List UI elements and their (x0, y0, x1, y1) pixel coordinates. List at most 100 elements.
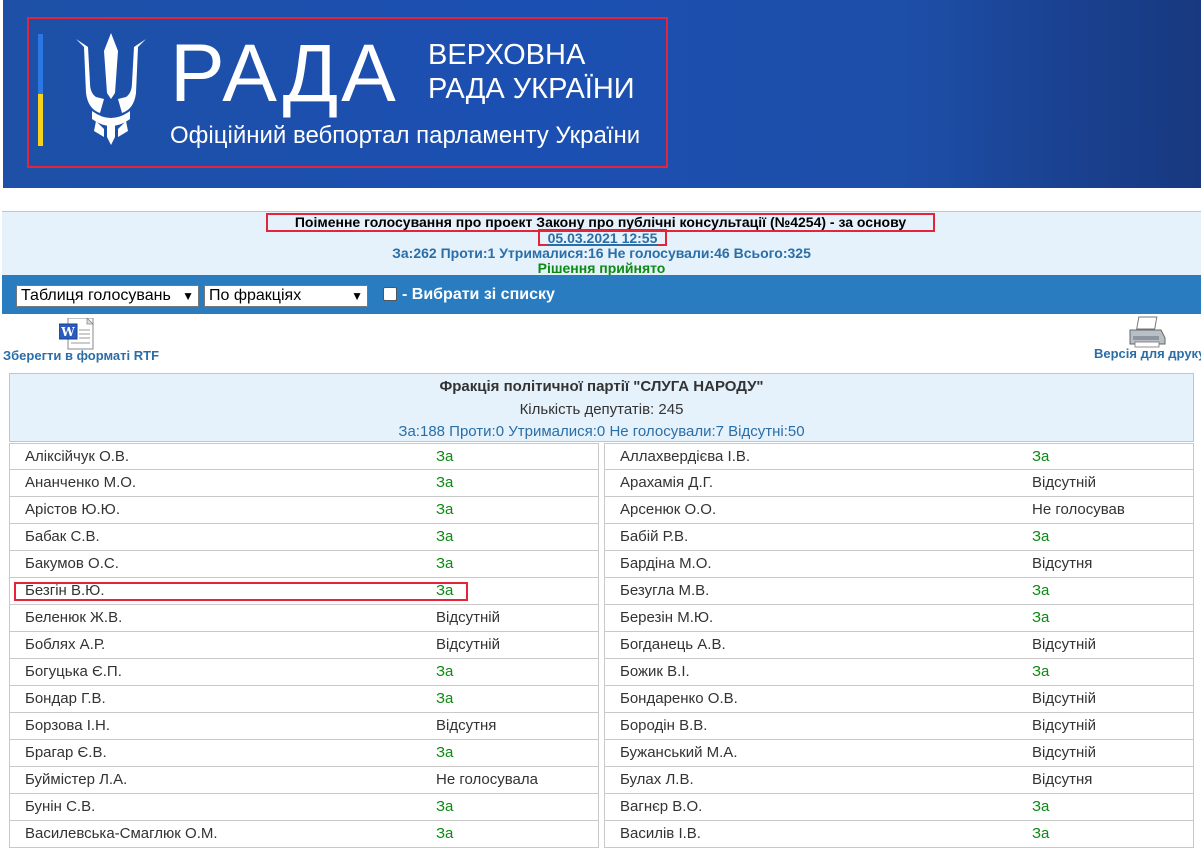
save-rtf-link[interactable]: Зберегти в форматі RTF (3, 348, 159, 364)
vote-datetime-link[interactable]: 05.03.2021 12:55 (538, 229, 667, 246)
deputy-row: Борзова І.Н. Відсутня (9, 713, 599, 740)
deputy-row: Ананченко М.О. За (9, 470, 599, 497)
deputy-row: Василевська-Смаглюк О.М. За (9, 821, 599, 848)
choose-from-list-label: - Вибрати зі списку (402, 286, 555, 303)
choose-from-list-checkbox[interactable] (383, 287, 397, 301)
deputy-row: Бардіна М.О. Відсутня (604, 551, 1194, 578)
flag-stripe-blue (38, 34, 43, 94)
deputy-name: Бабій Р.В. (620, 528, 689, 545)
deputy-name: Брагар Є.В. (25, 744, 107, 761)
deputy-name: Безугла М.В. (620, 582, 710, 599)
deputy-vote: Відсутній (436, 636, 500, 653)
deputy-row: Аліксійчук О.В. За (9, 443, 599, 470)
deputy-vote: За (1032, 825, 1050, 842)
svg-text:W: W (60, 325, 75, 339)
deputy-vote: Відсутній (1032, 744, 1096, 761)
deputy-name: Бунін С.В. (25, 798, 96, 815)
deputy-name: Боблях А.Р. (25, 636, 106, 653)
deputy-vote: За (436, 825, 454, 842)
deputy-name: Арістов Ю.Ю. (25, 501, 121, 518)
trident-emblem-icon (76, 33, 146, 145)
deputy-row: Буймістер Л.А. Не голосувала (9, 767, 599, 794)
deputy-name: Буймістер Л.А. (25, 771, 128, 788)
deputy-name: Безгін В.Ю. (25, 582, 105, 599)
deputy-row: Арахамія Д.Г. Відсутній (604, 470, 1194, 497)
brand-title-line1: ВЕРХОВНА (428, 39, 586, 71)
deputy-name: Булах Л.В. (620, 771, 694, 788)
deputy-row: Бондар Г.В. За (9, 686, 599, 713)
deputy-vote: За (1032, 528, 1050, 545)
deputy-name: Божик В.І. (620, 663, 690, 680)
deputy-name: Аллахвердієва І.В. (620, 448, 751, 465)
deputy-row: Булах Л.В. Відсутня (604, 767, 1194, 794)
deputy-name: Бакумов О.С. (25, 555, 119, 572)
word-document-icon[interactable]: W (59, 318, 95, 350)
deputy-row: Бакумов О.С. За (9, 551, 599, 578)
deputy-row: Василів І.В. За (604, 821, 1194, 848)
deputy-row: Богданець А.В. Відсутній (604, 632, 1194, 659)
deputy-row: Бабак С.В. За (9, 524, 599, 551)
portal-subtitle: Офіційний вебпортал парламенту України (170, 122, 641, 149)
deputy-name: Березін М.Ю. (620, 609, 714, 626)
deputy-vote: За (436, 501, 454, 518)
deputy-name: Аліксійчук О.В. (25, 448, 130, 465)
deputy-vote: За (436, 744, 454, 761)
deputy-table-left: Аліксійчук О.В. За Ананченко М.О. За Арістов… (9, 443, 599, 848)
deputy-vote: Відсутня (1032, 771, 1093, 788)
group-select[interactable]: По фракціях ▼ (204, 285, 368, 307)
deputy-row: Бунін С.В. За (9, 794, 599, 821)
faction-name: Фракція політичної партії "СЛУГА НАРОДУ" (439, 378, 764, 395)
deputy-vote: За (436, 528, 454, 545)
deputy-name: Богуцька Є.П. (25, 663, 122, 680)
deputy-row: Березін М.Ю. За (604, 605, 1194, 632)
deputy-name: Богданець А.В. (620, 636, 726, 653)
deputy-vote: Відсутній (1032, 690, 1096, 707)
chevron-down-icon: ▼ (182, 289, 194, 303)
deputy-name: Борзова І.Н. (25, 717, 111, 734)
deputy-vote: Відсутня (1032, 555, 1093, 572)
vote-result: Рішення прийнято (537, 260, 666, 276)
deputy-row: Вагнєр В.О. За (604, 794, 1194, 821)
deputy-vote: За (1032, 663, 1050, 680)
faction-header: Фракція політичної партії "СЛУГА НАРОДУ"… (9, 373, 1194, 442)
deputy-row: Божик В.І. За (604, 659, 1194, 686)
deputy-name: Арсенюк О.О. (620, 501, 717, 518)
view-select[interactable]: Таблиця голосувань ▼ (16, 285, 199, 307)
deputy-vote: За (436, 448, 454, 465)
printer-icon[interactable] (1127, 316, 1167, 348)
deputy-vote: За (1032, 582, 1050, 599)
deputy-vote: За (436, 798, 454, 815)
deputy-vote: Відсутня (436, 717, 497, 734)
print-version-link[interactable]: Версія для друку (1094, 346, 1201, 362)
deputy-row: Богуцька Є.П. За (9, 659, 599, 686)
deputy-vote: Відсутній (1032, 636, 1096, 653)
deputy-name: Бабак С.В. (25, 528, 100, 545)
deputy-vote: За (436, 663, 454, 680)
deputy-row: Аллахвердієва І.В. За (604, 443, 1194, 470)
deputy-name: Бондар Г.В. (25, 690, 106, 707)
brand-wordmark: РАДА (170, 28, 399, 119)
deputy-name: Василів І.В. (620, 825, 701, 842)
deputy-name: Бужанський М.А. (620, 744, 738, 761)
deputy-name: Бардіна М.О. (620, 555, 712, 572)
vote-summary: Поіменне голосування про проект Закону п… (2, 211, 1201, 276)
deputy-vote: Відсутній (436, 609, 500, 626)
deputy-name: Арахамія Д.Г. (620, 474, 714, 491)
deputy-vote: За (436, 690, 454, 707)
faction-vote-counts: За:188 Проти:0 Утрималися:0 Не голосувал… (398, 423, 805, 440)
deputy-row: Бородін В.В. Відсутній (604, 713, 1194, 740)
deputy-row: Брагар Є.В. За (9, 740, 599, 767)
deputy-row: Бужанський М.А. Відсутній (604, 740, 1194, 767)
deputy-vote: За (436, 582, 454, 599)
faction-member-count: Кількість депутатів: 245 (519, 401, 684, 418)
brand-title-line2: РАДА УКРАЇНИ (428, 73, 635, 105)
deputy-name: Беленюк Ж.В. (25, 609, 123, 626)
deputy-vote: За (1032, 798, 1050, 815)
deputy-vote: Відсутній (1032, 474, 1096, 491)
flag-stripe-yellow (38, 94, 43, 146)
deputy-row: Арсенюк О.О. Не голосував (604, 497, 1194, 524)
deputy-name: Бородін В.В. (620, 717, 708, 734)
deputy-row: Безугла М.В. За (604, 578, 1194, 605)
deputy-name: Вагнєр В.О. (620, 798, 703, 815)
deputy-row: Бабій Р.В. За (604, 524, 1194, 551)
